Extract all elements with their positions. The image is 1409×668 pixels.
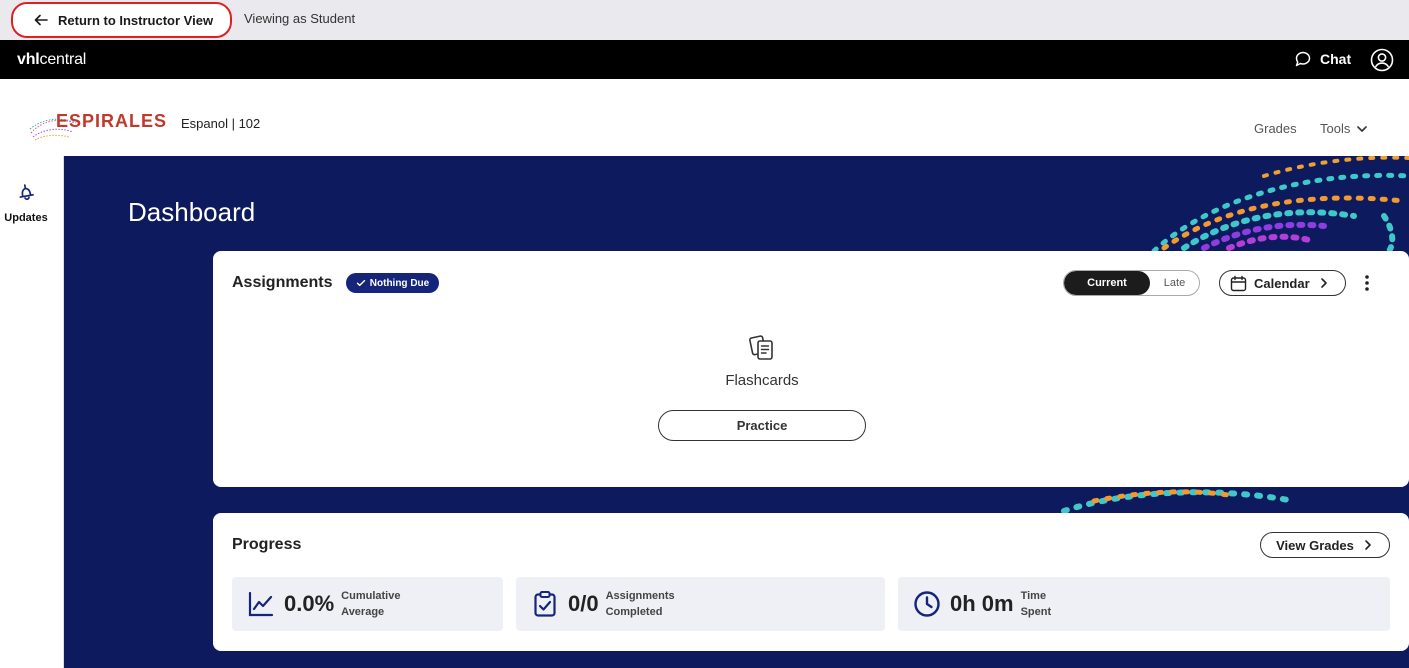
chat-label: Chat — [1320, 51, 1352, 67]
assignments-title: Assignments — [232, 274, 333, 291]
dashboard-main: Dashboard Assignments Nothing Due Curren… — [64, 156, 1409, 668]
stat-label-line: Cumulative — [341, 590, 401, 602]
assignments-card: Assignments Nothing Due Current Late Cal… — [213, 251, 1409, 487]
chevron-right-icon — [1365, 540, 1371, 550]
chevron-right-icon — [1320, 278, 1327, 288]
time-spent-value: 0h 0m — [950, 591, 1014, 616]
calendar-button[interactable]: Calendar — [1219, 270, 1346, 296]
instructor-bar: Return to Instructor View Viewing as Stu… — [0, 0, 1409, 40]
brand-name: ESPIRALES — [56, 111, 168, 131]
nav-tools-label: Tools — [1320, 121, 1351, 136]
assignments-completed-label: Assignments Completed — [606, 588, 696, 620]
nav-tools-dropdown[interactable]: Tools — [1320, 121, 1368, 136]
account-icon[interactable] — [1370, 48, 1394, 72]
tab-current[interactable]: Current — [1064, 271, 1150, 295]
stat-label-line: Time — [1020, 590, 1047, 602]
calendar-icon — [1230, 275, 1247, 291]
assignments-completed-value: 0/0 — [568, 591, 599, 616]
left-sidebar: Updates — [0, 156, 64, 668]
progress-card: Progress View Grades 0.0% Cumulative Ave… — [213, 513, 1409, 651]
chat-bubble-icon — [1295, 51, 1311, 67]
checkmark-icon — [356, 279, 365, 287]
return-to-instructor-button[interactable]: Return to Instructor View — [11, 2, 232, 38]
time-spent-stat: 0h 0m Time Spent — [898, 577, 1390, 631]
stat-label-line: Completed — [605, 606, 663, 618]
flashcards-icon — [749, 335, 773, 360]
stat-label-line: Spent — [1020, 606, 1052, 618]
stat-label-line: Assignments — [605, 590, 675, 602]
dashboard-title: Dashboard — [128, 197, 256, 227]
vhlcentral-logo[interactable]: vhlcentral — [17, 51, 86, 69]
badge-label: Nothing Due — [369, 277, 430, 289]
viewing-as-student-label: Viewing as Student — [244, 11, 356, 26]
stat-label-line: Average — [341, 606, 385, 618]
clipboard-check-icon — [534, 591, 556, 617]
bell-icon — [19, 184, 34, 201]
tab-late[interactable]: Late — [1150, 271, 1199, 295]
course-name: Espanol | 102 — [181, 116, 261, 131]
cumulative-average-value: 0.0% — [284, 591, 335, 616]
clock-icon — [914, 591, 940, 617]
cumulative-average-label: Cumulative Average — [341, 588, 431, 620]
more-options-icon[interactable] — [1361, 273, 1373, 293]
view-grades-button[interactable]: View Grades — [1260, 532, 1390, 558]
assignments-completed-stat: 0/0 Assignments Completed — [516, 577, 885, 631]
current-late-toggle: Current Late — [1063, 270, 1200, 296]
cumulative-average-stat: 0.0% Cumulative Average — [232, 577, 503, 631]
calendar-label: Calendar — [1254, 275, 1310, 291]
chat-button[interactable]: Chat — [1294, 50, 1351, 68]
nav-grades-link[interactable]: Grades — [1254, 121, 1297, 136]
updates-button[interactable]: Updates — [0, 182, 52, 226]
top-navbar: vhlcentral Chat — [0, 40, 1409, 79]
arrow-left-icon — [34, 14, 48, 26]
return-to-instructor-label: Return to Instructor View — [58, 12, 214, 28]
flashcards-label: Flashcards — [725, 372, 799, 389]
nothing-due-badge: Nothing Due — [346, 273, 439, 293]
logo-rest-text: central — [39, 51, 87, 68]
logo-bold-text: vhl — [17, 51, 40, 68]
practice-button[interactable]: Practice — [658, 410, 866, 441]
chevron-down-icon — [1357, 125, 1368, 132]
line-chart-icon — [248, 591, 274, 617]
view-grades-label: View Grades — [1276, 537, 1354, 553]
course-header: ESPIRALES Espanol | 102 Grades Tools — [0, 79, 1409, 156]
progress-title: Progress — [232, 536, 302, 553]
time-spent-label: Time Spent — [1021, 588, 1111, 620]
updates-label: Updates — [4, 212, 48, 224]
